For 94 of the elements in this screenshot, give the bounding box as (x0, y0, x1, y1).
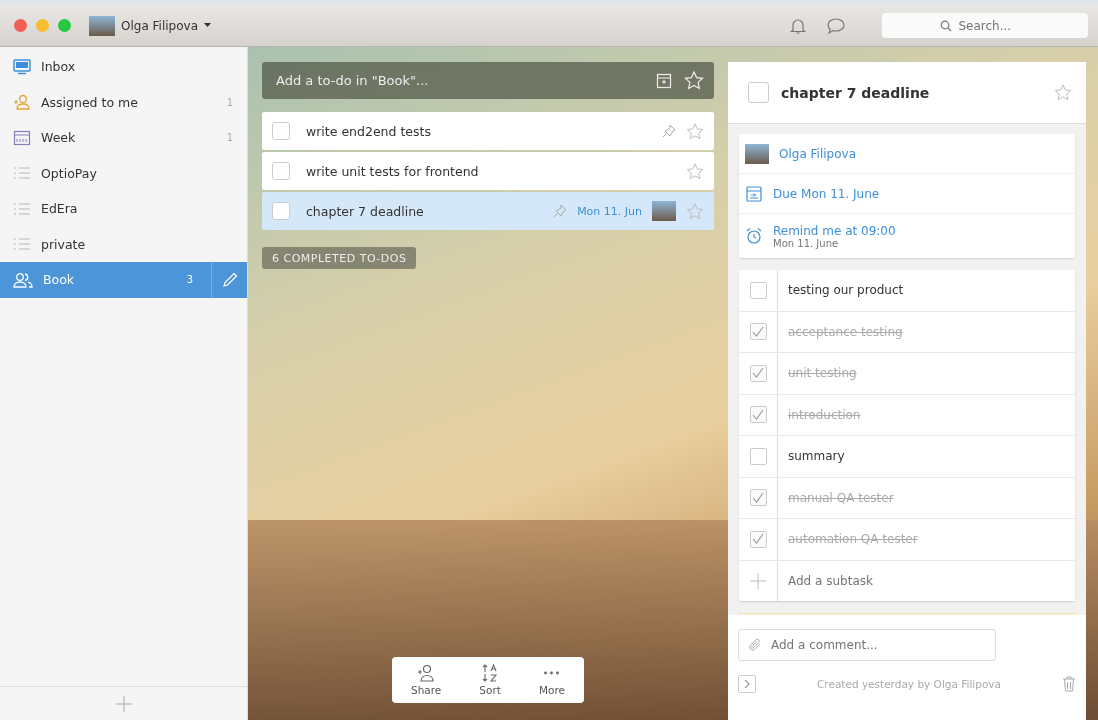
more-icon (544, 671, 560, 675)
search-icon (939, 19, 952, 32)
minimize-button[interactable] (36, 19, 49, 32)
toolbar-button[interactable]: Sort (475, 664, 505, 696)
subtask-row[interactable]: summary (739, 436, 1075, 478)
avatar-icon (745, 143, 769, 164)
sidebar-item[interactable]: OptioPay (0, 155, 247, 191)
sidebar-item[interactable]: Week 1 (0, 120, 247, 156)
chevron-right-icon (743, 679, 751, 689)
alarm-clock-icon (745, 227, 763, 245)
list-name: Week (41, 130, 77, 146)
calendar-icon (13, 129, 31, 146)
chat-icon[interactable] (826, 16, 846, 35)
todo-row[interactable]: chapter 7 deadline Mon 11. Jun (262, 192, 714, 230)
sidebar-item[interactable]: Assigned to me 1 (0, 84, 247, 120)
todo-checkbox[interactable] (272, 202, 290, 220)
user-menu-button[interactable]: Olga Filipova (89, 15, 211, 36)
add-subtask-field[interactable]: Add a subtask (778, 560, 1075, 601)
search-box[interactable]: Search... (882, 13, 1088, 38)
star-icon[interactable] (686, 162, 704, 180)
plus-icon (115, 695, 132, 712)
todo-title: chapter 7 deadline (306, 203, 425, 219)
todo-title: write end2end tests (306, 123, 432, 139)
subtask-checkbox[interactable] (749, 323, 767, 341)
subtask-checkbox[interactable] (749, 406, 767, 424)
subtask-checkbox[interactable] (749, 364, 767, 382)
list-name: Book (43, 272, 76, 288)
list-icon (13, 165, 31, 182)
subtask-checkbox[interactable] (749, 281, 767, 299)
collapse-button[interactable] (738, 675, 756, 693)
star-icon[interactable] (1054, 84, 1072, 101)
assignee-row[interactable]: Olga Filipova (739, 134, 1075, 174)
caret-icon (204, 23, 211, 28)
subtask-title: manual QA tester (787, 489, 894, 507)
todo-title: write unit tests for frontend (306, 163, 480, 179)
subtask-checkbox[interactable] (749, 530, 767, 548)
close-button[interactable] (14, 19, 27, 32)
plus-icon (750, 572, 766, 589)
assignee-name: Olga Filipova (779, 146, 856, 161)
comment-box[interactable]: Add a comment... (738, 629, 996, 661)
reminder-time: Remind me at 09:00 (773, 223, 896, 238)
zoom-button[interactable] (58, 19, 71, 32)
due-date: Mon 11. Jun (577, 204, 642, 218)
due-date-row[interactable]: Due Mon 11. June (739, 174, 1075, 214)
subtask-checkbox[interactable] (749, 489, 767, 507)
item-count: 1 (226, 132, 233, 144)
list-name: Assigned to me (41, 94, 139, 110)
task-checkbox[interactable] (748, 82, 769, 103)
item-count: 1 (226, 96, 233, 108)
reminder-row[interactable]: Remind me at 09:00 Mon 11. June (739, 214, 1075, 258)
subtask-title: summary (787, 448, 845, 466)
calendar-icon[interactable] (656, 72, 672, 89)
sidebar-item[interactable]: EdEra (0, 191, 247, 227)
subtask-title: testing our product (787, 282, 904, 300)
todo-checkbox[interactable] (272, 122, 290, 140)
sidebar-item[interactable]: private (0, 226, 247, 262)
toolbar-button[interactable]: More (534, 664, 569, 696)
paperclip-icon (747, 637, 763, 653)
subtask-title: automation QA tester (787, 531, 918, 549)
subtask-checkbox[interactable] (749, 447, 767, 465)
list-name: EdEra (41, 201, 79, 217)
todo-checkbox[interactable] (272, 162, 290, 180)
calendar-icon (745, 184, 763, 203)
subtask-row[interactable]: testing our product (739, 270, 1075, 312)
add-todo-bar[interactable]: Add a to-do in "Book"... (262, 62, 714, 99)
person-icon (13, 94, 31, 111)
subtask-title: unit testing (787, 365, 857, 383)
list-name: Inbox (41, 59, 77, 75)
todo-row[interactable]: write unit tests for frontend (262, 152, 714, 190)
add-todo-field[interactable]: Add a to-do in "Book"... (274, 72, 644, 89)
list-icon (13, 236, 31, 253)
task-title: chapter 7 deadline (781, 84, 931, 101)
due-date: Due Mon 11. June (773, 186, 880, 201)
sidebar-item[interactable]: Inbox (0, 49, 247, 85)
item-count: 3 (186, 274, 193, 286)
inbox-icon (13, 58, 31, 75)
search-field[interactable]: Search... (956, 17, 1031, 34)
trash-icon[interactable] (1062, 676, 1076, 692)
people-icon (13, 271, 33, 288)
list-name: OptioPay (41, 165, 98, 181)
star-icon[interactable] (686, 202, 704, 220)
created-info: Created yesterday by Olga Filipova (816, 678, 1002, 690)
list-name: private (41, 236, 87, 252)
todo-row[interactable]: write end2end tests (262, 112, 714, 150)
avatar-icon (89, 15, 115, 36)
reminder-date: Mon 11. June (773, 237, 840, 249)
pencil-icon (221, 271, 238, 288)
subtask-title: introduction (787, 406, 861, 424)
star-icon[interactable] (686, 122, 704, 140)
list-icon (13, 200, 31, 217)
subtask-title: acceptance testing (787, 323, 903, 341)
add-person-icon (416, 664, 437, 682)
toolbar-button[interactable]: Share (407, 664, 446, 696)
bell-icon[interactable] (790, 16, 806, 35)
